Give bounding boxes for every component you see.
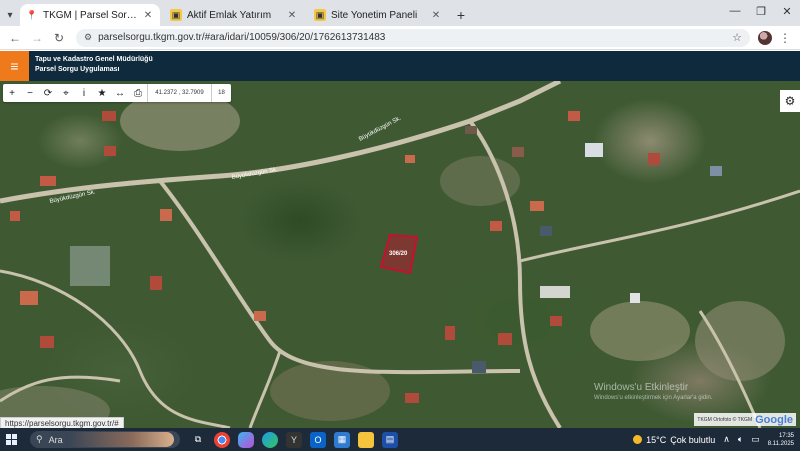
minimize-icon[interactable]: — xyxy=(722,0,748,22)
profile-avatar[interactable] xyxy=(758,30,772,45)
print-icon[interactable]: ⎙ xyxy=(129,84,147,102)
system-tray: 15°C Çok bulutlu ∧ 🔈︎ ▭ 17:35 8.11.2025 xyxy=(633,428,794,451)
windows-activation-watermark: Windows'u Etkinleştir Windows'u etkinleş… xyxy=(594,383,713,403)
zoom-level: 18 xyxy=(211,84,231,102)
locate-icon[interactable]: ⌖ xyxy=(57,84,75,102)
app-icon[interactable]: ▦ xyxy=(334,431,350,448)
watermark-subtitle: Windows'u etkinleştirmek için Ayarlar'a … xyxy=(594,395,713,401)
tab-title: TKGM | Parsel Sorgu Uygulaması xyxy=(43,9,137,21)
browser-tab-strip: ▾ 📍 TKGM | Parsel Sorgu Uygulaması ✕ ▣ A… xyxy=(0,0,800,26)
zoom-in-icon[interactable]: + xyxy=(3,84,21,102)
chevron-up-icon[interactable]: ∧ xyxy=(723,434,730,445)
outlook-icon[interactable]: O xyxy=(310,431,326,448)
weather-temp: 15°C xyxy=(646,434,667,445)
close-window-icon[interactable]: ✕ xyxy=(774,0,800,22)
refresh-icon[interactable]: ⟳ xyxy=(39,84,57,102)
weather-sun-icon xyxy=(633,435,643,444)
site-info-icon[interactable]: ⚙ xyxy=(84,32,92,43)
browser-toolbar: ← → ↻ ⚙ parselsorgu.tkgm.gov.tr/#ara/ida… xyxy=(0,26,800,50)
close-tab-icon[interactable]: ✕ xyxy=(286,9,298,21)
search-highlight-image xyxy=(68,432,174,447)
url-text[interactable]: parselsorgu.tkgm.gov.tr/#ara/idari/10059… xyxy=(98,32,726,43)
volume-icon[interactable]: 🔈︎ xyxy=(738,434,743,445)
close-tab-icon[interactable]: ✕ xyxy=(430,9,442,21)
back-arrow-icon[interactable]: ← xyxy=(6,29,24,47)
zoom-out-icon[interactable]: − xyxy=(21,84,39,102)
tab-aktif-emlak[interactable]: ▣ Aktif Emlak Yatırım ✕ xyxy=(164,4,304,26)
coordinates-readout: 41.2372 , 32.7909 xyxy=(147,84,211,102)
satellite-map[interactable]: Büyükdüzgün Sk. Büyükdüzgün Sk. Büyükdüz… xyxy=(0,81,800,428)
favorite-star-icon[interactable]: ★ xyxy=(93,84,111,102)
forward-arrow-icon[interactable]: → xyxy=(28,29,46,47)
site-favicon-icon: ▣ xyxy=(314,9,326,21)
tab-title: Site Yonetim Paneli xyxy=(331,9,418,21)
address-bar[interactable]: ⚙ parselsorgu.tkgm.gov.tr/#ara/idari/100… xyxy=(76,28,750,47)
new-tab-button[interactable]: + xyxy=(452,4,470,26)
weather-widget[interactable]: 15°C Çok bulutlu xyxy=(633,435,715,445)
weather-desc: Çok bulutlu xyxy=(670,434,716,445)
search-label: Ara xyxy=(48,434,63,445)
app-name: Parsel Sorgu Uygulaması xyxy=(35,66,120,73)
tab-site-yonetim[interactable]: ▣ Site Yonetim Paneli ✕ xyxy=(308,4,448,26)
word-app-icon[interactable]: ▤ xyxy=(382,431,398,448)
app-title-block: Tapu ve Kadastro Genel Müdürlüğü Parsel … xyxy=(35,55,153,75)
hamburger-icon[interactable]: ≡ xyxy=(0,51,29,81)
clock-date: 8.11.2025 xyxy=(767,440,794,447)
kebab-menu-icon[interactable]: ⋮ xyxy=(776,29,794,47)
taskbar-apps: ⧉ Y O ▦ ▤ xyxy=(190,431,398,448)
map-attribution: TKGM Ortofoto © TKGM Google xyxy=(694,413,796,426)
search-icon: ⚲ xyxy=(36,434,43,444)
bookmark-star-icon[interactable]: ☆ xyxy=(732,31,742,44)
attribution-text: TKGM Ortofoto © TKGM xyxy=(697,416,753,423)
road-label: Büyükdüzgün Sk. xyxy=(358,115,402,142)
chrome-icon[interactable] xyxy=(214,431,230,448)
road-label: Büyükdüzgün Sk. xyxy=(231,167,278,181)
restore-icon[interactable]: ❐ xyxy=(748,0,774,22)
windows-taskbar: ⚲ Ara ⧉ Y O ▦ ▤ 15°C Çok bulutlu ∧ 🔈︎ ▭ … xyxy=(0,428,800,451)
clock[interactable]: 17:35 8.11.2025 xyxy=(768,432,794,448)
info-icon[interactable]: i xyxy=(75,84,93,102)
edge-icon[interactable] xyxy=(262,431,278,448)
site-favicon-icon: ▣ xyxy=(170,9,182,21)
clock-time: 17:35 xyxy=(778,432,794,439)
tab-parsel-sorgu[interactable]: 📍 TKGM | Parsel Sorgu Uygulaması ✕ xyxy=(20,4,160,26)
watermark-title: Windows'u Etkinleştir xyxy=(594,382,689,393)
tab-search-icon[interactable]: ▾ xyxy=(0,4,20,26)
windows-start-icon[interactable] xyxy=(6,433,18,446)
close-tab-icon[interactable]: ✕ xyxy=(142,9,154,21)
yandex-icon[interactable]: Y xyxy=(286,431,302,448)
reload-icon[interactable]: ↻ xyxy=(50,29,68,47)
map-toolbar: + − ⟳ ⌖ i ★ ↔ ⎙ 41.2372 , 32.7909 18 xyxy=(3,84,231,102)
copilot-icon[interactable] xyxy=(238,431,254,448)
tab-title: Aktif Emlak Yatırım xyxy=(187,9,272,21)
location-pin-icon: 📍 xyxy=(26,9,38,20)
window-controls: — ❐ ✕ xyxy=(722,0,800,22)
app-header: ≡ Tapu ve Kadastro Genel Müdürlüğü Parse… xyxy=(0,51,800,81)
org-name: Tapu ve Kadastro Genel Müdürlüğü xyxy=(35,56,153,63)
gear-icon[interactable]: ⚙ xyxy=(780,90,800,112)
taskbar-search[interactable]: ⚲ Ara xyxy=(30,431,180,448)
measure-icon[interactable]: ↔ xyxy=(111,84,129,102)
google-logo: Google xyxy=(755,413,793,426)
parcel-label[interactable]: 306/20 xyxy=(389,251,407,257)
file-explorer-icon[interactable] xyxy=(358,431,374,448)
task-view-icon[interactable]: ⧉ xyxy=(190,432,206,448)
battery-icon[interactable]: ▭ xyxy=(751,434,760,445)
